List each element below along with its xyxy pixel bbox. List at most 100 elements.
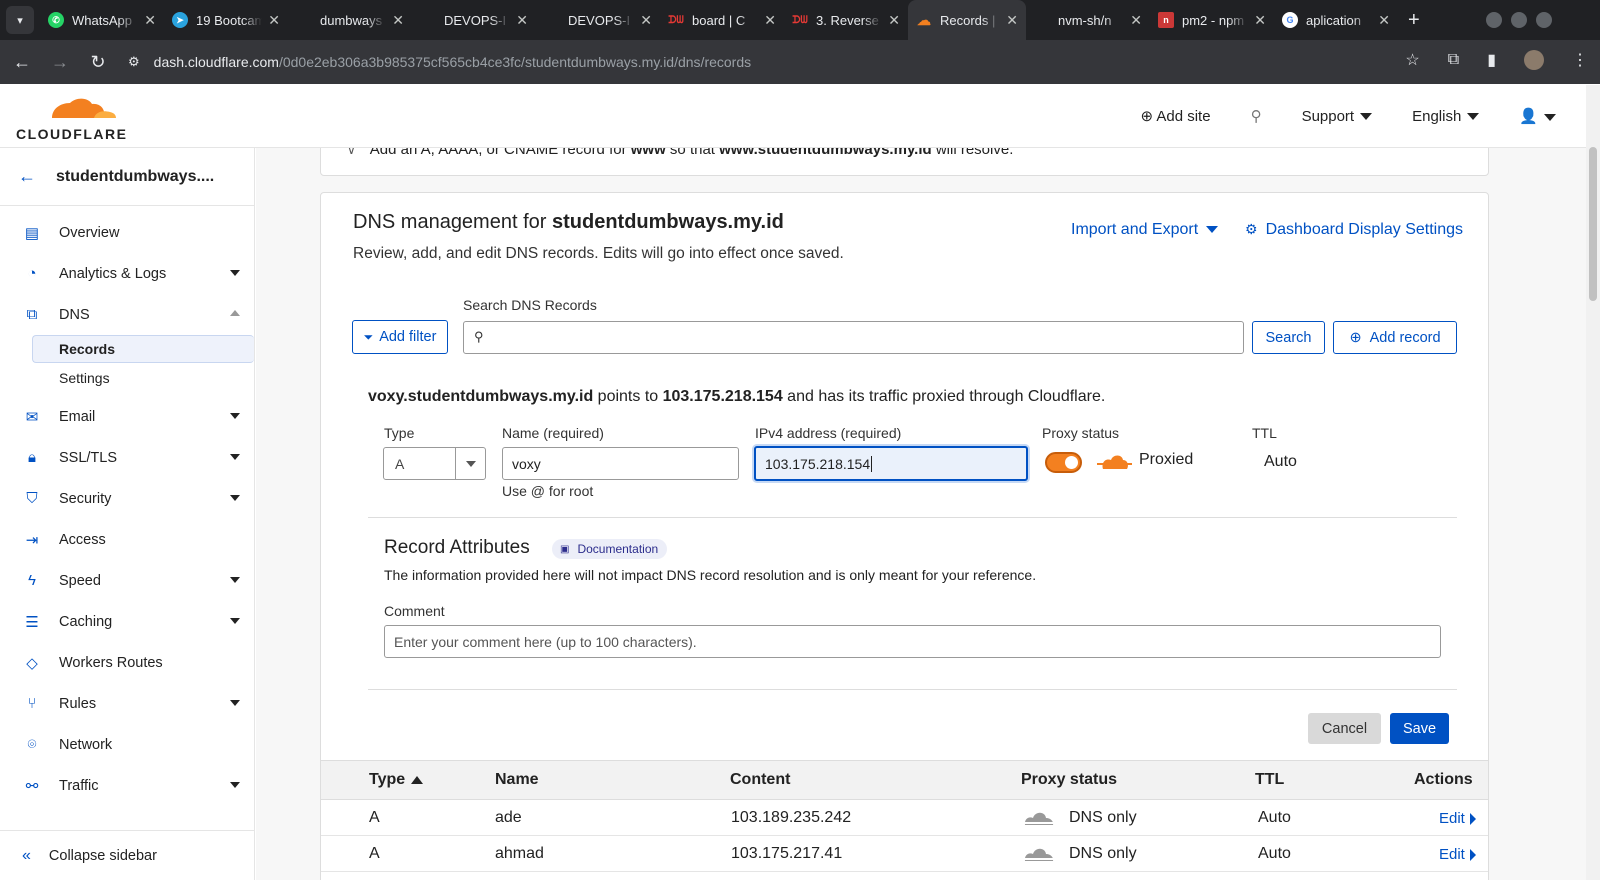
cell-proxy: DNS only: [1069, 845, 1137, 862]
cancel-button[interactable]: Cancel: [1308, 713, 1381, 744]
col-ttl-header[interactable]: TTL: [1255, 771, 1284, 789]
sidebar-item-email[interactable]: ✉ Email: [0, 396, 254, 437]
sidebar-item-label: Email: [59, 408, 96, 425]
documentation-link[interactable]: ▣ Documentation: [552, 539, 668, 559]
extensions-icon[interactable]: ⧉: [1448, 51, 1459, 69]
shield-icon: ⛉: [26, 490, 38, 507]
sidebar-item-analytics[interactable]: ◔ Analytics & Logs: [0, 253, 254, 294]
site-info-icon[interactable]: ⚙: [128, 54, 140, 70]
ipv4-input[interactable]: 103.175.218.154: [754, 446, 1028, 481]
browser-tab[interactable]: DEVOPS-I ✕: [536, 0, 660, 40]
tab-search-button[interactable]: ▾: [6, 6, 34, 34]
add-record-button[interactable]: ⊕ Add record: [1333, 321, 1457, 354]
cell-type: A: [369, 845, 380, 862]
search-input[interactable]: ⚲: [463, 321, 1244, 354]
col-type-header[interactable]: Type: [369, 771, 424, 789]
cloudflare-logo[interactable]: CLOUDFLARE: [16, 95, 127, 142]
table-row[interactable]: A ahmad 103.175.217.41 DNS only Auto Edi…: [321, 836, 1488, 872]
close-window-icon[interactable]: [1536, 12, 1552, 28]
close-tab-icon[interactable]: ✕: [144, 12, 156, 29]
name-input[interactable]: voxy: [502, 447, 739, 480]
comment-input[interactable]: Enter your comment here (up to 100 chara…: [384, 625, 1441, 658]
sidebar-item-network[interactable]: ⌾ Network: [0, 724, 254, 765]
sidebar-item-speed[interactable]: ϟ Speed: [0, 560, 254, 601]
rules-icon: ⑂: [27, 695, 37, 712]
browser-tab[interactable]: Gaplication ✕: [1274, 0, 1398, 40]
minimize-icon[interactable]: [1486, 12, 1502, 28]
ipv4-label: IPv4 address (required): [755, 425, 902, 441]
logo-wordmark: CLOUDFLARE: [16, 126, 128, 142]
close-tab-icon[interactable]: ✕: [1006, 12, 1018, 29]
browser-tab[interactable]: ᗪᗯ 3. Reverse ✕: [784, 0, 908, 40]
close-tab-icon[interactable]: ✕: [640, 12, 652, 29]
import-export-menu[interactable]: Import and Export: [1071, 221, 1219, 239]
bookmark-star-icon[interactable]: ☆: [1405, 50, 1419, 70]
sidebar-item-dns[interactable]: ⧉ DNS: [0, 294, 254, 335]
col-name-header[interactable]: Name: [495, 771, 539, 789]
reload-icon[interactable]: ↻: [82, 52, 114, 73]
sidebar-item-caching[interactable]: ☰ Caching: [0, 601, 254, 642]
name-label: Name (required): [502, 425, 604, 441]
browser-tab[interactable]: nvm-sh/n ✕: [1026, 0, 1150, 40]
close-tab-icon[interactable]: ✕: [268, 12, 280, 29]
language-menu[interactable]: English: [1412, 108, 1480, 125]
browser-tab-active[interactable]: ☁ Records | ✕: [908, 0, 1026, 40]
search-icon[interactable]: ⚲: [1251, 107, 1262, 125]
notice-text: ∨ Add an A, AAAA, or CNAME record for www…: [347, 148, 1013, 158]
new-tab-icon[interactable]: +: [1408, 9, 1420, 32]
gear-icon: ⚙: [1245, 221, 1258, 237]
sidebar-item-security[interactable]: ⛉ Security: [0, 478, 254, 519]
type-select[interactable]: A: [383, 447, 486, 480]
telegram-icon: ➤: [172, 12, 188, 28]
browser-tab[interactable]: DEVOPS-I ✕: [412, 0, 536, 40]
sidebar-item-rules[interactable]: ⑂ Rules: [0, 683, 254, 724]
save-button[interactable]: Save: [1390, 713, 1449, 744]
page-scrollbar[interactable]: [1586, 85, 1600, 880]
close-tab-icon[interactable]: ✕: [516, 12, 528, 29]
close-tab-icon[interactable]: ✕: [1254, 12, 1266, 29]
user-menu[interactable]: 👤: [1519, 107, 1556, 125]
dashboard-display-settings-link[interactable]: ⚙ Dashboard Display Settings: [1245, 221, 1463, 239]
back-icon[interactable]: ←: [6, 52, 38, 73]
close-tab-icon[interactable]: ✕: [392, 12, 404, 29]
close-tab-icon[interactable]: ✕: [764, 12, 776, 29]
browser-tab[interactable]: ➤ 19 Bootcamp ✕: [164, 0, 288, 40]
browser-tab[interactable]: ᗪᗯ board | C ✕: [660, 0, 784, 40]
browser-tab[interactable]: ✆ WhatsApp ✕: [40, 0, 164, 40]
sidebar-item-overview[interactable]: ▤ Overview: [0, 212, 254, 253]
chevron-down-icon[interactable]: ∨: [347, 148, 356, 157]
add-site-button[interactable]: ⊕ Add site: [1140, 107, 1210, 125]
table-row[interactable]: A ade 103.189.235.242 DNS only Auto Edit: [321, 800, 1488, 836]
browser-tab[interactable]: n pm2 - npm ✕: [1150, 0, 1274, 40]
sidebar-item-records[interactable]: Records: [32, 335, 254, 363]
support-menu[interactable]: Support: [1302, 108, 1373, 125]
close-tab-icon[interactable]: ✕: [888, 12, 900, 29]
zone-selector[interactable]: ← studentdumbways....: [0, 148, 254, 206]
ipv4-value: 103.175.218.154: [765, 455, 871, 472]
edit-button[interactable]: Edit: [1439, 846, 1476, 863]
proxy-toggle[interactable]: [1045, 452, 1082, 473]
maximize-icon[interactable]: [1511, 12, 1527, 28]
profile-avatar[interactable]: [1524, 50, 1544, 70]
close-tab-icon[interactable]: ✕: [1378, 12, 1390, 29]
sidebar-item-ssl[interactable]: 🔒︎ SSL/TLS: [0, 437, 254, 478]
sidebar-item-workers-routes[interactable]: ◇ Workers Routes: [0, 642, 254, 683]
title-domain: studentdumbways.my.id: [551, 211, 784, 233]
page-icon: [544, 12, 560, 28]
forward-icon[interactable]: →: [44, 52, 76, 73]
sidebar-item-access[interactable]: ⇥ Access: [0, 519, 254, 560]
side-panel-icon[interactable]: ▮: [1487, 50, 1496, 70]
browser-menu-icon[interactable]: ⋮: [1572, 50, 1588, 70]
address-bar[interactable]: ⚙ dash.cloudflare.com/0d0e2eb306a3b98537…: [128, 54, 751, 70]
col-content-header[interactable]: Content: [730, 771, 790, 789]
search-button[interactable]: Search: [1252, 321, 1325, 354]
add-filter-button[interactable]: ⏷ Add filter: [352, 320, 448, 354]
browser-tab[interactable]: dumbways ✕: [288, 0, 412, 40]
close-tab-icon[interactable]: ✕: [1130, 12, 1142, 29]
scrollbar-thumb[interactable]: [1589, 147, 1597, 301]
collapse-sidebar-button[interactable]: « Collapse sidebar: [0, 830, 254, 880]
sidebar-item-traffic[interactable]: ⚯ Traffic: [0, 765, 254, 806]
sidebar-item-settings[interactable]: Settings: [0, 364, 254, 392]
back-arrow-icon[interactable]: ←: [18, 166, 36, 187]
edit-button[interactable]: Edit: [1439, 810, 1476, 827]
